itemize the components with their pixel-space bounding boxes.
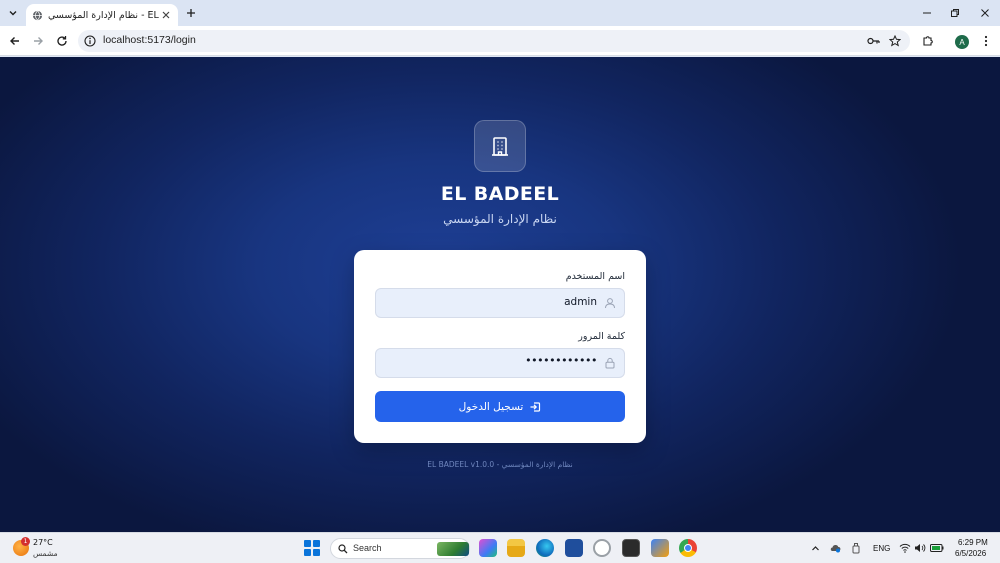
globe-icon (32, 10, 43, 20)
close-tab-icon[interactable] (161, 9, 172, 21)
weather-badge: 1 (21, 537, 30, 546)
usb-device-icon[interactable] (850, 542, 862, 554)
user-icon (605, 298, 615, 309)
password-key-icon[interactable] (866, 34, 880, 48)
restore-icon[interactable] (948, 6, 962, 20)
more-menu-icon[interactable] (978, 33, 994, 49)
username-input[interactable]: admin (375, 288, 625, 318)
language-indicator[interactable]: ENG (873, 544, 890, 553)
weather-temperature[interactable]: 27°C (33, 538, 53, 547)
password-input[interactable]: •••••••••••• (375, 348, 625, 378)
building-logo (474, 120, 526, 172)
profile-avatar[interactable]: A (955, 35, 969, 49)
onedrive-cloud-icon[interactable] (829, 542, 841, 554)
brand-title: EL BADEEL (440, 183, 560, 205)
forward-arrow-icon[interactable] (30, 33, 46, 49)
chevron-up-icon[interactable] (809, 542, 821, 554)
back-arrow-icon[interactable] (7, 33, 23, 49)
weather-description[interactable]: مشمس (33, 549, 58, 558)
store-app-icon[interactable] (565, 539, 583, 557)
file-explorer-icon[interactable] (507, 539, 525, 557)
url-text: localhost:5173/login (103, 34, 196, 46)
speaker-volume-icon[interactable] (914, 542, 926, 554)
tab-strip: نظام الإدارة المؤسسي - EL BADEEL (0, 0, 1000, 26)
wifi-icon[interactable] (899, 542, 911, 554)
windows-start-icon[interactable] (304, 540, 320, 556)
lock-icon (605, 357, 615, 369)
login-page: EL BADEEL نظام الإدارة المؤسسي اسم المست… (0, 57, 1000, 532)
username-label: اسم المستخدم (565, 271, 625, 282)
username-value: admin (564, 296, 597, 308)
site-info-icon[interactable] (84, 35, 96, 47)
taskbar: 1 27°C مشمس Search ENG 6:29 PM 6/5/2026 (0, 532, 1000, 563)
chrome-browser-icon[interactable] (679, 539, 697, 557)
terminal-icon[interactable] (622, 539, 640, 557)
copilot-app-icon[interactable] (479, 539, 497, 557)
version-footer: EL BADEEL v1.0.0 - نظام الإدارة المؤسسي (427, 460, 573, 469)
taskbar-search[interactable]: Search (330, 538, 470, 559)
new-tab-plus-icon[interactable] (184, 6, 198, 20)
close-window-icon[interactable] (978, 6, 992, 20)
clock-time[interactable]: 6:29 PM (958, 538, 988, 547)
search-highlight-image (437, 542, 469, 556)
tab-search-chevron-icon[interactable] (5, 5, 21, 21)
clock-date[interactable]: 6/5/2026 (955, 549, 986, 558)
search-label: Search (353, 543, 382, 553)
reload-icon[interactable] (54, 33, 70, 49)
password-label: كلمة المرور (578, 331, 625, 342)
search-icon (338, 544, 348, 554)
bookmark-star-icon[interactable] (888, 34, 902, 48)
extensions-puzzle-icon[interactable] (920, 33, 936, 49)
login-icon (530, 401, 541, 412)
edge-browser-icon[interactable] (536, 539, 554, 557)
brand-subtitle: نظام الإدارة المؤسسي (443, 212, 557, 226)
tab-title: نظام الإدارة المؤسسي - EL BADEEL (48, 9, 161, 21)
browser-tab[interactable]: نظام الإدارة المؤسسي - EL BADEEL (26, 4, 178, 26)
login-button-label: تسجيل الدخول (458, 400, 524, 413)
login-card: اسم المستخدم admin كلمة المرور •••••••••… (354, 250, 646, 443)
login-button[interactable]: تسجيل الدخول (375, 391, 625, 422)
browser-toolbar: localhost:5173/login (0, 26, 1000, 56)
snipping-tool-icon[interactable] (651, 539, 669, 557)
app-ring-icon[interactable] (593, 539, 611, 557)
building-icon (492, 137, 508, 156)
minimize-icon[interactable] (920, 6, 934, 20)
battery-charging-icon[interactable] (930, 542, 944, 554)
password-value: •••••••••••• (525, 354, 597, 367)
address-bar[interactable]: localhost:5173/login (78, 30, 910, 52)
